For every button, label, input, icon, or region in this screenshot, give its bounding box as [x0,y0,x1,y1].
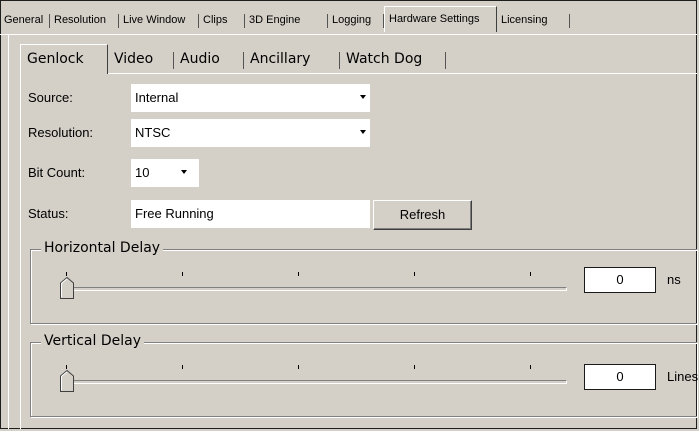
bit-count-label: Bit Count: [28,165,86,180]
bit-count-value: 10 [135,165,150,180]
tab-licensing[interactable]: Licensing [497,10,570,31]
refresh-button[interactable]: Refresh [373,200,472,230]
tab-logging[interactable]: Logging [328,10,384,31]
vertical-delay-group: Vertical Delay 0 Lines [30,333,699,417]
tab-clips[interactable]: Clips [199,10,245,31]
tab-resolution[interactable]: Resolution [50,10,119,31]
tab-video[interactable]: Video [108,48,174,72]
slider-tick [298,272,299,276]
vertical-delay-title: Vertical Delay [41,333,145,349]
dropdown-arrow-icon [360,130,366,134]
status-label: Status: [28,206,69,221]
tab-genlock[interactable]: Genlock [20,44,108,74]
status-value: Free Running [135,206,214,221]
bit-count-dropdown[interactable]: 10 [131,159,199,187]
horizontal-delay-unit: ns [667,272,681,287]
vertical-delay-unit: Lines [667,369,699,384]
slider-tick [182,272,183,276]
slider-tick [66,365,67,369]
tab-hardware-settings[interactable]: Hardware Settings [384,6,497,32]
slider-tick [182,365,183,369]
slider-tick [414,365,415,369]
slider-tick [66,272,67,276]
source-value: Internal [135,90,179,105]
dropdown-arrow-icon [360,95,366,99]
slider-tick [414,272,415,276]
tab-general[interactable]: General [0,10,50,31]
horizontal-delay-track[interactable] [61,287,567,291]
tab-audio[interactable]: Audio [174,48,244,72]
tab-watch-dog[interactable]: Watch Dog [340,48,446,72]
vertical-delay-slider-thumb[interactable] [60,370,74,392]
tab-ancillary[interactable]: Ancillary [244,48,340,72]
status-field: Free Running [131,200,370,228]
resolution-value: NTSC [135,125,171,140]
resolution-dropdown[interactable]: NTSC [131,119,370,147]
horizontal-delay-title: Horizontal Delay [41,240,164,256]
tab-3d-engine[interactable]: 3D Engine [245,10,328,31]
inner-tab-baseline [20,73,697,74]
source-label: Source: [28,90,73,105]
dropdown-arrow-icon [181,170,187,174]
horizontal-delay-group: Horizontal Delay 0 ns [30,240,697,324]
vertical-delay-track[interactable] [61,380,567,384]
slider-tick [298,365,299,369]
horizontal-delay-value[interactable]: 0 [584,267,656,293]
resolution-label: Resolution: [28,125,94,140]
horizontal-delay-slider-thumb[interactable] [60,277,74,299]
genlock-panel-edge [20,73,21,429]
slider-tick [530,365,531,369]
vertical-delay-value[interactable]: 0 [584,364,656,390]
source-dropdown[interactable]: Internal [131,84,370,112]
tab-live-window[interactable]: Live Window [119,10,199,31]
slider-tick [530,272,531,276]
